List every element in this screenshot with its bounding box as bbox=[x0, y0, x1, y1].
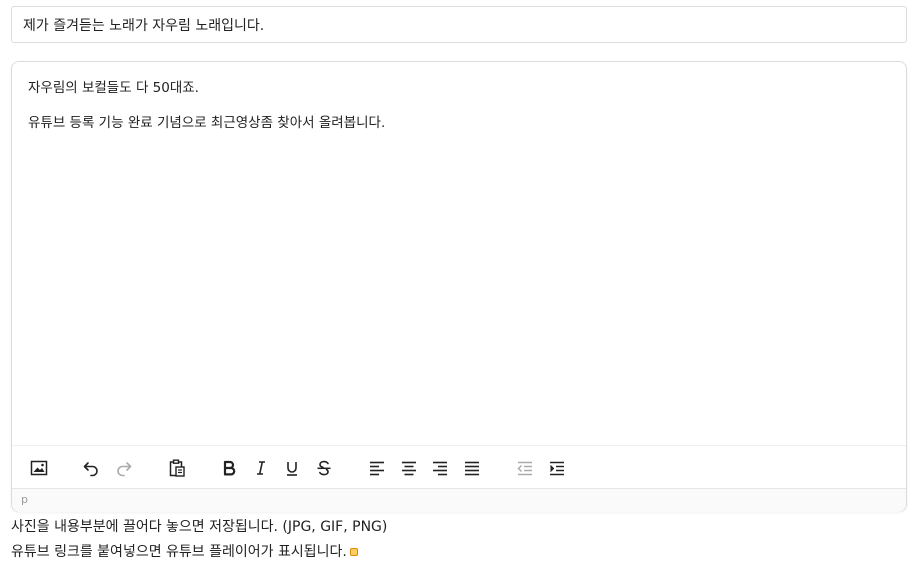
marker-icon bbox=[349, 548, 358, 556]
align-justify-icon bbox=[465, 461, 479, 476]
editor-toolbar bbox=[12, 445, 906, 489]
insert-image-button[interactable] bbox=[27, 456, 51, 480]
redo-button[interactable] bbox=[112, 456, 136, 480]
align-center-button[interactable] bbox=[397, 456, 421, 480]
align-right-button[interactable] bbox=[428, 456, 452, 480]
align-right-icon bbox=[433, 461, 447, 476]
editor-content-area[interactable]: 자우림의 보컬들도 다 50대죠. 유튜브 등록 기능 완료 기념으로 최근영상… bbox=[28, 78, 890, 438]
youtube-link-hint: 유튜브 링크를 붙여넣으면 유튜브 플레이어가 표시됩니다. bbox=[11, 541, 358, 561]
indent-button[interactable] bbox=[545, 456, 569, 480]
post-title-input[interactable] bbox=[11, 6, 907, 43]
outdent-button[interactable] bbox=[513, 456, 537, 480]
editor-paragraph-2: 유튜브 등록 기능 완료 기념으로 최근영상좀 찾아서 올려봅니다. bbox=[28, 115, 386, 131]
paste-button[interactable] bbox=[165, 456, 189, 480]
strikethrough-button[interactable] bbox=[312, 456, 336, 480]
youtube-link-hint-text: 유튜브 링크를 붙여넣으면 유튜브 플레이어가 표시됩니다. bbox=[11, 544, 347, 560]
redo-icon bbox=[117, 462, 132, 477]
paste-icon bbox=[169, 459, 185, 477]
undo-button[interactable] bbox=[79, 456, 103, 480]
insert-image-icon bbox=[30, 460, 48, 476]
element-path[interactable]: p bbox=[21, 493, 28, 506]
bold-button[interactable] bbox=[217, 456, 241, 480]
align-justify-button[interactable] bbox=[460, 456, 484, 480]
strikethrough-icon bbox=[317, 460, 331, 476]
editor-statusbar: p bbox=[12, 488, 906, 512]
bold-icon bbox=[223, 460, 236, 476]
italic-button[interactable] bbox=[249, 456, 273, 480]
italic-icon bbox=[257, 461, 265, 475]
indent-icon bbox=[550, 461, 564, 476]
undo-icon bbox=[83, 462, 98, 477]
align-center-icon bbox=[402, 461, 416, 476]
underline-icon bbox=[287, 462, 297, 476]
editor-paragraph-1: 자우림의 보컬들도 다 50대죠. bbox=[28, 80, 199, 96]
rich-text-editor: 자우림의 보컬들도 다 50대죠. 유튜브 등록 기능 완료 기념으로 최근영상… bbox=[11, 61, 907, 512]
image-upload-hint: 사진을 내용부분에 끌어다 놓으면 저장됩니다. (JPG, GIF, PNG) bbox=[11, 519, 388, 535]
align-left-icon bbox=[370, 461, 384, 476]
align-left-button[interactable] bbox=[365, 456, 389, 480]
outdent-icon bbox=[517, 461, 532, 476]
underline-button[interactable] bbox=[280, 456, 304, 480]
